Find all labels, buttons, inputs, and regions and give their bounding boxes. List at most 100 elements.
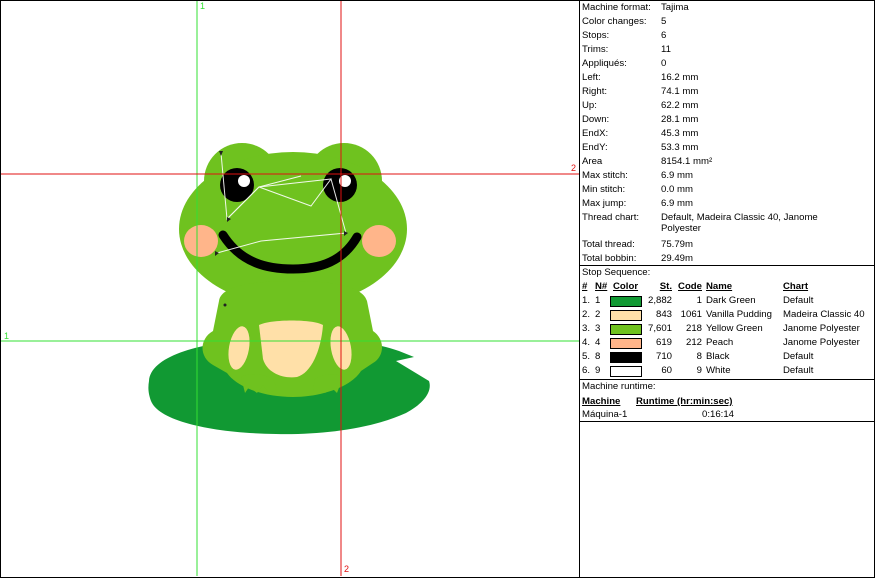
stop-code: 218 (685, 323, 702, 334)
summary-label: EndY: (582, 142, 608, 153)
stop-chart: Madeira Classic 40 (783, 309, 865, 320)
summary-value: 62.2 mm (661, 100, 699, 111)
summary-label: Min stitch: (582, 184, 626, 195)
header-nnum: N# (595, 281, 608, 292)
frog-right-eye (323, 168, 357, 202)
info-panel: Machine format: Tajima Color changes: 5 Stop… (580, 1, 874, 576)
header-name: Name (706, 281, 733, 292)
summary-label: Up: (582, 100, 597, 111)
summary-value: 53.3 mm (661, 142, 699, 153)
stop-index: 4. (582, 337, 591, 348)
summary-value: 11 (661, 44, 671, 55)
frog-left-eye-highlight (238, 175, 250, 187)
guide-label-green-top: 1 (200, 1, 206, 11)
color-swatch (610, 352, 642, 363)
stop-chart: Default (783, 295, 814, 306)
summary-label: Area (582, 156, 603, 167)
stop-index: 1. (582, 295, 591, 306)
summary-label: Color changes: (582, 16, 647, 27)
divider-summary (580, 265, 874, 266)
guide-label-red-bottom: 2 (344, 564, 350, 574)
thread-chart-value-line1: Default, Madeira Classic 40, Janome (661, 212, 818, 223)
stop-row: 5. 8 710 8 Black Default (580, 351, 874, 363)
frog-left-cheek (184, 225, 218, 257)
thread-chart-row: Thread chart: Default, Madeira Classic 4… (580, 212, 874, 238)
color-swatch (610, 296, 642, 307)
stop-index: 3. (582, 323, 591, 334)
summary-value: 45.3 mm (661, 128, 699, 139)
stop-needle-number: 8 (595, 351, 601, 362)
embroidery-preview (1, 1, 579, 576)
stop-color-name: Peach (706, 337, 734, 348)
runtime-value: 0:16:14 (702, 409, 735, 420)
stop-index: 5. (582, 351, 591, 362)
stop-color-name: Dark Green (706, 295, 756, 306)
total-thread-value: 75.79m (661, 239, 693, 250)
header-code: Code (678, 281, 702, 292)
stop-needle-number: 2 (595, 309, 601, 320)
header-idx: # (582, 281, 588, 292)
thread-chart-label: Thread chart: (582, 212, 640, 223)
stop-code: 9 (696, 365, 702, 376)
divider-runtime (580, 421, 874, 422)
stop-chart: Default (783, 365, 814, 376)
summary-value: Tajima (661, 2, 689, 13)
runtime-section: Machine runtime: Machine Runtime (hr:min… (580, 381, 874, 421)
runtime-title: Machine runtime: (582, 381, 656, 392)
stop-needle-number: 9 (595, 365, 601, 376)
stop-chart: Janome Polyester (783, 337, 860, 348)
summary-value: 0.0 mm (661, 184, 693, 195)
summary-label: Trims: (582, 44, 609, 55)
stop-color-name: Vanilla Pudding (706, 309, 772, 320)
stop-sequence-title: Stop Sequence: (582, 267, 651, 278)
design-canvas[interactable]: 1 1 2 2 (1, 1, 579, 576)
stop-needle-number: 1 (595, 295, 601, 306)
total-bobbin-row: Total bobbin: 29.49m (580, 253, 874, 265)
stop-row: 4. 4 619 212 Peach Janome Polyester (580, 337, 874, 349)
stop-row: 6. 9 60 9 White Default (580, 365, 874, 377)
stop-color-name: Yellow Green (706, 323, 763, 334)
summary-label: Max jump: (582, 198, 627, 209)
stop-needle-number: 3 (595, 323, 601, 334)
guide-label-green-left: 1 (4, 331, 10, 341)
header-color: Color (613, 281, 639, 292)
stop-chart: Janome Polyester (783, 323, 860, 334)
stop-needle-number: 4 (595, 337, 601, 348)
stop-code: 212 (685, 337, 702, 348)
runtime-header-machine: Machine (582, 396, 621, 407)
stop-stitch-count: 843 (655, 309, 672, 320)
summary-label: Right: (582, 86, 608, 97)
summary-label: Machine format: (582, 2, 651, 13)
stop-sequence-header: # N# Color St. Code Name Chart (580, 281, 874, 293)
stop-stitch-count: 710 (655, 351, 672, 362)
stop-color-name: Black (706, 351, 730, 362)
summary-label: Appliqués: (582, 58, 627, 69)
color-swatch (610, 324, 642, 335)
color-swatch (610, 310, 642, 321)
guide-label-red-right: 2 (571, 163, 577, 173)
total-bobbin-label: Total bobbin: (582, 253, 637, 264)
stop-stitch-count: 2,882 (647, 295, 672, 306)
summary-value: 6.9 mm (661, 198, 693, 209)
summary-value: 6.9 mm (661, 170, 693, 181)
runtime-machine-name: Máquina-1 (582, 409, 628, 420)
stop-index: 6. (582, 365, 591, 376)
stop-stitch-count: 7,601 (647, 323, 672, 334)
color-swatch (610, 366, 642, 377)
runtime-header-runtime: Runtime (hr:min:sec) (636, 396, 733, 407)
total-thread-label: Total thread: (582, 239, 635, 250)
stop-code: 1061 (680, 309, 702, 320)
summary-label: Max stitch: (582, 170, 628, 181)
stop-chart: Default (783, 351, 814, 362)
stop-stitch-count: 60 (661, 365, 672, 376)
frog-right-cheek (362, 225, 396, 257)
stop-index: 2. (582, 309, 591, 320)
summary-value: 0 (661, 58, 667, 69)
header-chart: Chart (783, 281, 809, 292)
stop-code: 8 (696, 351, 702, 362)
summary-value: 8154.1 mm² (661, 156, 713, 167)
stop-stitch-count: 619 (655, 337, 672, 348)
summary-label: Stops: (582, 30, 610, 41)
color-swatch (610, 338, 642, 349)
total-thread-row: Total thread: 75.79m (580, 239, 874, 251)
